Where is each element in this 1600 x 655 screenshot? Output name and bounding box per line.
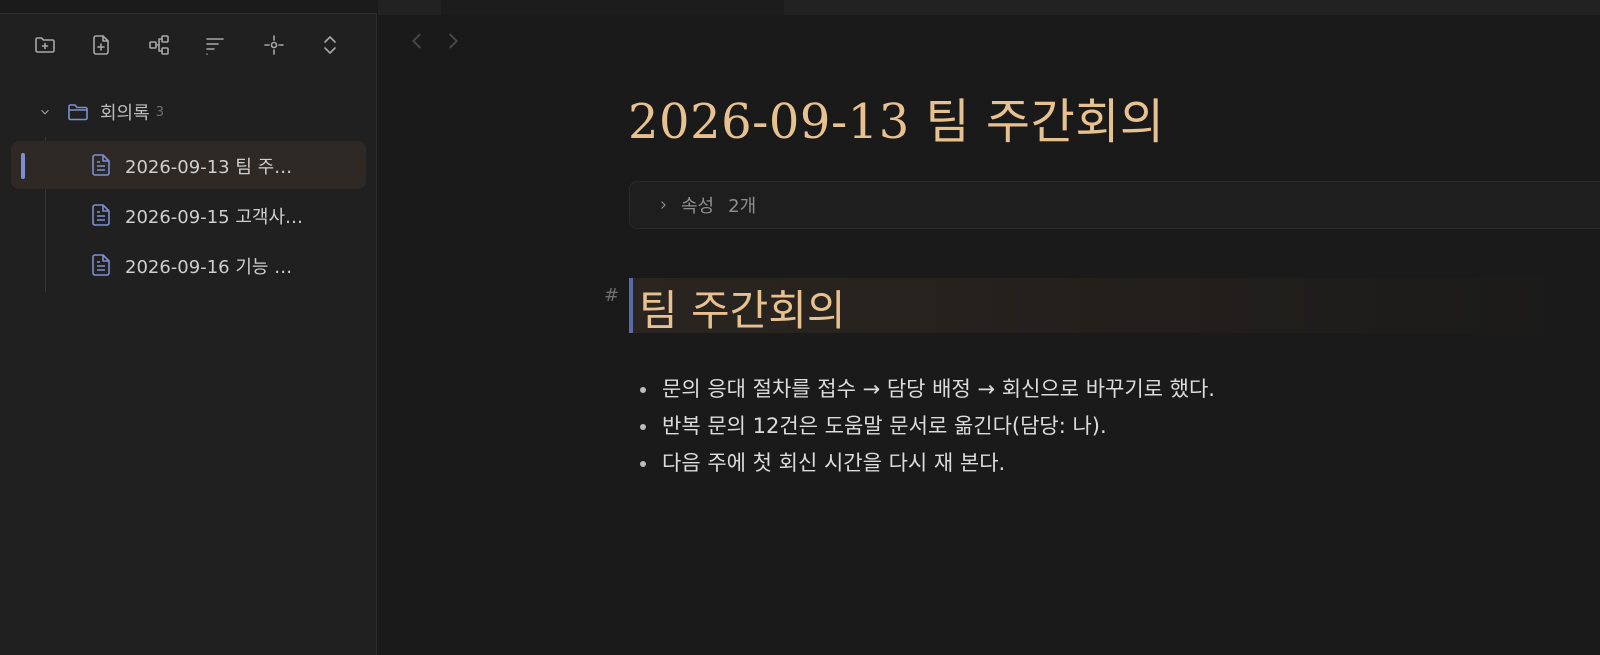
folder-count: 3: [155, 104, 164, 120]
sidebar-tab-strip: [0, 0, 377, 14]
properties-toggle[interactable]: 속성 2개: [629, 181, 1600, 229]
sort-button[interactable]: [198, 28, 232, 62]
document-icon: [90, 253, 112, 277]
file-item[interactable]: 2026-09-15 고객사…: [11, 191, 366, 239]
locate-icon: [264, 35, 284, 55]
tab-strip: [378, 0, 1600, 15]
file-item[interactable]: 2026-09-16 기능 …: [11, 241, 366, 289]
document-icon: [90, 153, 112, 177]
list-item[interactable]: 문의 응대 절차를 접수 → 담당 배정 → 회신으로 바꾸기로 했다.: [638, 371, 1215, 408]
file-name: 2026-09-16 기능 …: [125, 257, 293, 278]
file-name: 2026-09-15 고객사…: [125, 207, 304, 228]
new-folder-icon: [35, 37, 55, 53]
back-button[interactable]: [406, 30, 428, 52]
heading-1[interactable]: 팀 주간회의: [639, 277, 846, 338]
properties-count: 2개: [728, 196, 757, 217]
explorer-toolbar: [0, 28, 377, 62]
file-name: 2026-09-13 팀 주…: [125, 157, 293, 178]
heading-marker: #: [604, 285, 620, 306]
list-item[interactable]: 반복 문의 12건은 도움말 문서로 옮긴다(담당: 나).: [638, 408, 1215, 445]
chevron-left-icon: [412, 33, 421, 49]
graph-view-button[interactable]: [142, 28, 176, 62]
folder-item-meetings[interactable]: 회의록 3: [30, 95, 350, 129]
sort-icon: [206, 38, 224, 55]
properties-label: 속성: [681, 196, 715, 217]
chevron-right-icon: [449, 33, 458, 49]
locate-file-button[interactable]: [257, 28, 291, 62]
note-title[interactable]: 2026-09-13 팀 주간회의: [628, 82, 1165, 152]
tab-active[interactable]: [441, 0, 784, 15]
file-explorer-sidebar: 회의록 3 2026-09-13 팀 주… 2026-09-15 고객사… 20…: [0, 0, 377, 655]
expand-collapse-button[interactable]: [313, 28, 347, 62]
history-navigation: [406, 30, 464, 52]
new-folder-button[interactable]: [28, 28, 62, 62]
forward-button[interactable]: [442, 30, 464, 52]
expand-collapse-icon: [324, 36, 336, 54]
file-item-active[interactable]: 2026-09-13 팀 주…: [11, 141, 366, 189]
folder-name: 회의록: [100, 103, 150, 124]
document-icon: [90, 203, 112, 227]
new-note-icon: [93, 35, 109, 55]
bullet-list: 문의 응대 절차를 접수 → 담당 배정 → 회신으로 바꾸기로 했다. 반복 …: [638, 371, 1215, 482]
active-indicator: [21, 153, 25, 179]
graph-icon: [149, 35, 169, 55]
list-item[interactable]: 다음 주에 첫 회신 시간을 다시 재 본다.: [638, 445, 1215, 482]
chevron-right-icon: [657, 199, 669, 211]
new-note-button[interactable]: [84, 28, 118, 62]
chevron-down-icon: [38, 105, 54, 119]
editor-pane: 2026-09-13 팀 주간회의 속성 2개 # 팀 주간회의 문의 응대 절…: [378, 0, 1600, 655]
folder-icon: [66, 100, 90, 124]
